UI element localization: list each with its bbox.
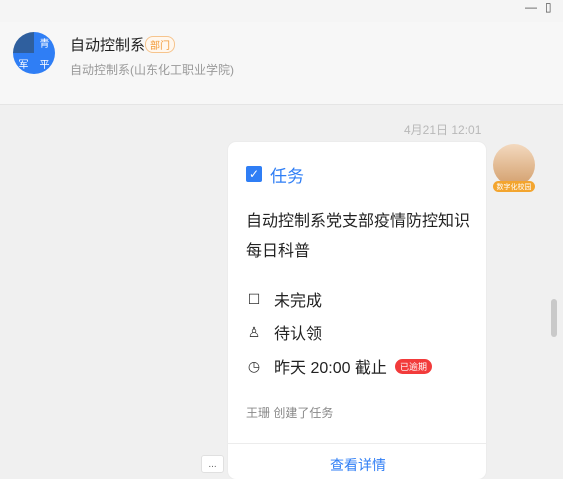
task-title: 自动控制系党支部疫情防控知识每日科普 <box>246 213 471 260</box>
minimize-icon[interactable]: — <box>525 0 537 14</box>
scrollbar-thumb[interactable] <box>551 299 557 337</box>
avatar-text: 军 <box>13 53 34 74</box>
divider <box>228 443 486 444</box>
sender-badge: 数字化校园 <box>493 181 535 192</box>
avatar-text: 平 <box>34 53 55 74</box>
group-avatar[interactable]: 青 军 平 <box>13 32 55 74</box>
clock-icon: ◷ <box>247 357 261 374</box>
window-topbar: — ▯ <box>0 0 563 22</box>
overdue-badge: 已逾期 <box>394 358 432 374</box>
user-icon: ♙ <box>247 323 261 340</box>
avatar-image-quadrant <box>13 32 34 53</box>
restore-icon[interactable]: ▯ <box>545 0 552 14</box>
task-deadline-row: ◷ 昨天 20:00 截止 已逾期 <box>246 354 432 378</box>
task-card[interactable]: ✓ 任务 自动控制系党支部疫情防控知识每日科普 ☐ 未完成 ♙ 待认领 ◷ 昨天… <box>228 142 486 479</box>
task-label: 任务 <box>270 167 304 186</box>
checkbox-icon: ✓ <box>246 166 262 182</box>
sender-avatar[interactable] <box>493 144 535 186</box>
avatar-text: 青 <box>34 32 55 53</box>
chat-subtitle: 自动控制系(山东化工职业学院) <box>70 63 234 77</box>
view-details-button[interactable]: 查看详情 <box>330 455 386 475</box>
task-status-row: ☐ 未完成 <box>246 287 322 311</box>
task-assignee: 待认领 <box>274 326 323 343</box>
more-options-button[interactable]: ... <box>201 455 224 473</box>
message-timestamp: 4月21日 12:01 <box>404 123 482 137</box>
square-icon: ☐ <box>247 290 261 307</box>
chat-header: 青 军 平 自动控制系 部门 自动控制系(山东化工职业学院) <box>0 22 563 105</box>
task-status: 未完成 <box>274 293 323 310</box>
department-badge: 部门 <box>145 36 175 53</box>
chat-title: 自动控制系 <box>70 37 146 54</box>
task-assignee-row: ♙ 待认领 <box>246 320 322 344</box>
task-creator: 王珊 创建了任务 <box>246 406 334 420</box>
task-deadline: 昨天 20:00 截止 <box>274 360 387 377</box>
